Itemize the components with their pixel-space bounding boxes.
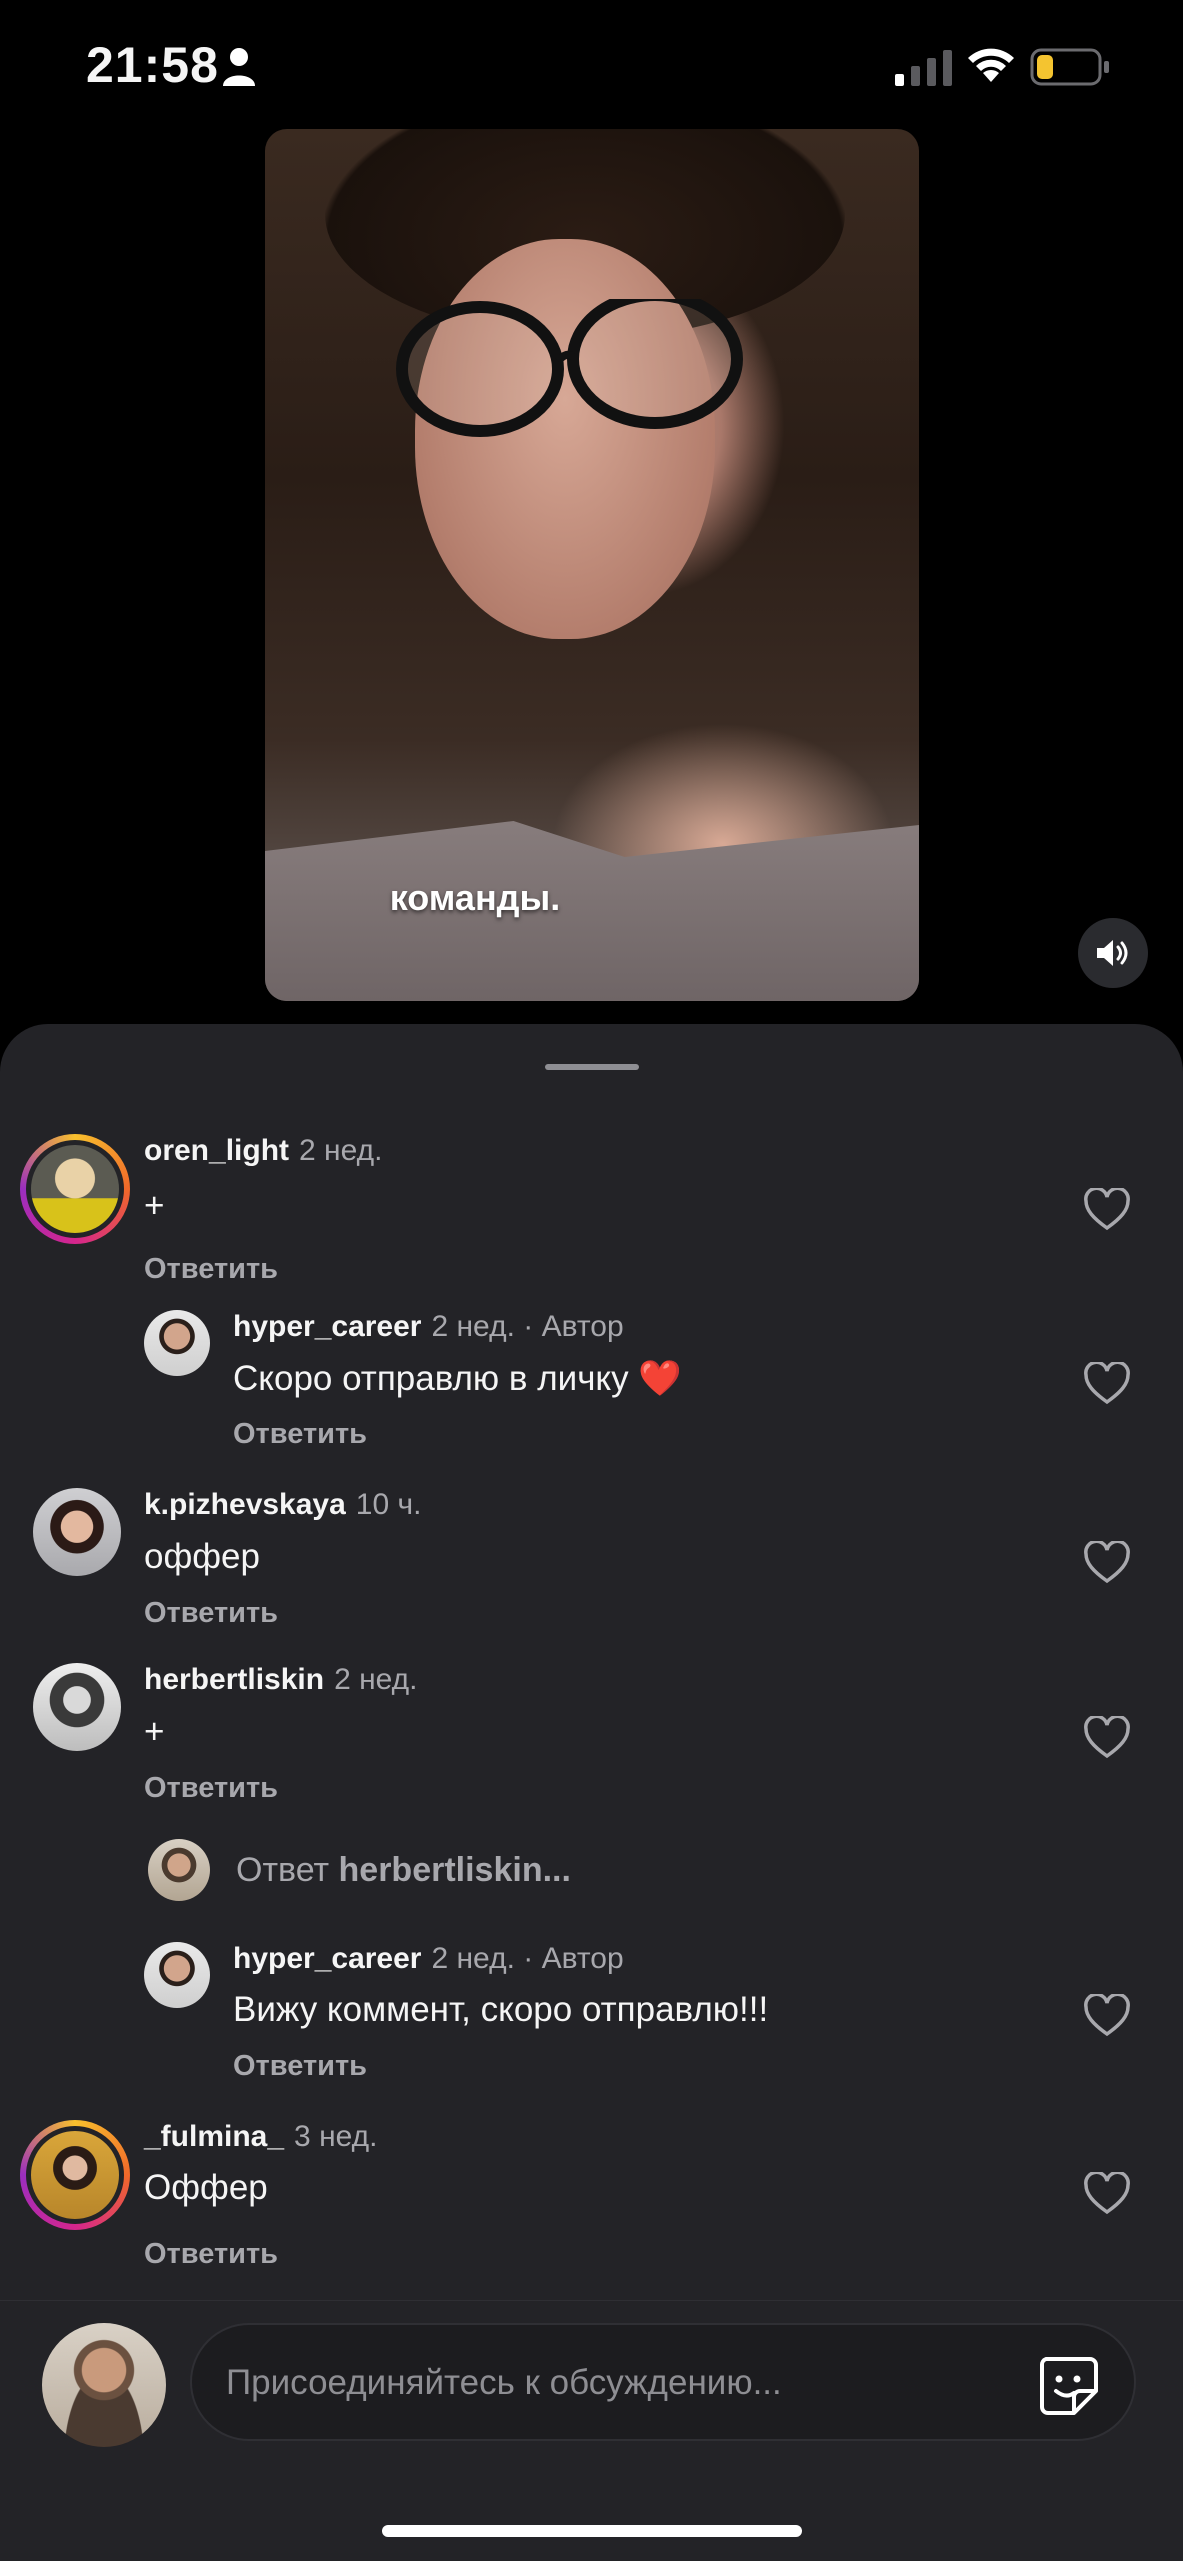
- home-indicator[interactable]: [382, 2525, 802, 2537]
- avatar[interactable]: [33, 1488, 121, 1576]
- reply-button[interactable]: Ответить: [144, 1597, 278, 1630]
- heart-icon[interactable]: [1083, 1994, 1131, 2038]
- comment-text: +: [144, 1712, 165, 1751]
- status-time: 21:58: [86, 37, 219, 93]
- speaker-icon: [1097, 940, 1128, 966]
- avatar[interactable]: [33, 1663, 121, 1751]
- cellular-signal-icon: [895, 50, 952, 86]
- video-caption: команды.: [389, 877, 561, 918]
- comment-time: 2 нед. · Автор: [431, 1310, 624, 1343]
- sticker-icon[interactable]: [1036, 2353, 1100, 2417]
- comment-username[interactable]: k.pizhevskaya 10 ч.: [144, 1488, 421, 1522]
- heart-icon[interactable]: [1083, 1541, 1131, 1585]
- comment-input-placeholder: Присоединяйтесь к обсуждению...: [226, 2363, 782, 2402]
- comment-username[interactable]: hyper_career 2 нед. · Автор: [233, 1310, 624, 1344]
- heart-icon[interactable]: [1083, 1716, 1131, 1760]
- reply-thread-target: herbertliskin...: [338, 1851, 571, 1889]
- avatar[interactable]: [20, 2120, 130, 2230]
- sound-button[interactable]: [1078, 918, 1148, 988]
- comment-time: 10 ч.: [355, 1488, 422, 1521]
- reply-button[interactable]: Ответить: [233, 2050, 367, 2083]
- avatar[interactable]: [144, 1942, 210, 2008]
- my-avatar[interactable]: [42, 2323, 166, 2447]
- reply-button[interactable]: Ответить: [144, 2238, 278, 2271]
- reply-button[interactable]: Ответить: [144, 1253, 278, 1286]
- comment-text: оффер: [144, 1537, 260, 1576]
- comment-time: 2 нед.: [299, 1134, 383, 1167]
- reply-button[interactable]: Ответить: [144, 1772, 278, 1805]
- comment-username[interactable]: hyper_career 2 нед. · Автор: [233, 1942, 624, 1976]
- video-detail: [396, 299, 743, 437]
- heart-icon[interactable]: [1083, 2172, 1131, 2216]
- comment-time: 2 нед. · Автор: [431, 1942, 624, 1975]
- comment-text: Оффер: [144, 2168, 268, 2207]
- reply-button[interactable]: Ответить: [233, 1418, 367, 1451]
- battery-icon: [1030, 48, 1109, 86]
- avatar: [148, 1839, 210, 1901]
- comment-text: Скоро отправлю в личку ❤️: [233, 1359, 682, 1398]
- heart-icon[interactable]: [1083, 1188, 1131, 1232]
- heart-icon[interactable]: [1083, 1362, 1131, 1406]
- person-icon: [223, 48, 255, 86]
- sheet-drag-handle[interactable]: [545, 1064, 639, 1070]
- comment-input[interactable]: Присоединяйтесь к обсуждению...: [190, 2323, 1136, 2441]
- status-bar: 21:58: [0, 0, 1183, 130]
- reply-thread-prefix: Ответ: [236, 1851, 330, 1889]
- comment-text: Вижу коммент, скоро отправлю!!!: [233, 1990, 769, 2029]
- avatar[interactable]: [144, 1310, 210, 1376]
- comment-username[interactable]: oren_light 2 нед.: [144, 1134, 382, 1168]
- view-replies-button[interactable]: Ответ herbertliskin...: [148, 1839, 848, 1903]
- comment-text: +: [144, 1186, 165, 1225]
- comment-time: 3 нед.: [294, 2120, 378, 2153]
- video-player[interactable]: команды.: [265, 129, 919, 1001]
- comment-username[interactable]: _fulmina_ 3 нед.: [144, 2120, 378, 2154]
- comment-username[interactable]: herbertliskin 2 нед.: [144, 1663, 418, 1697]
- wifi-icon: [968, 48, 1014, 82]
- avatar[interactable]: [20, 1134, 130, 1244]
- comment-time: 2 нед.: [334, 1663, 418, 1696]
